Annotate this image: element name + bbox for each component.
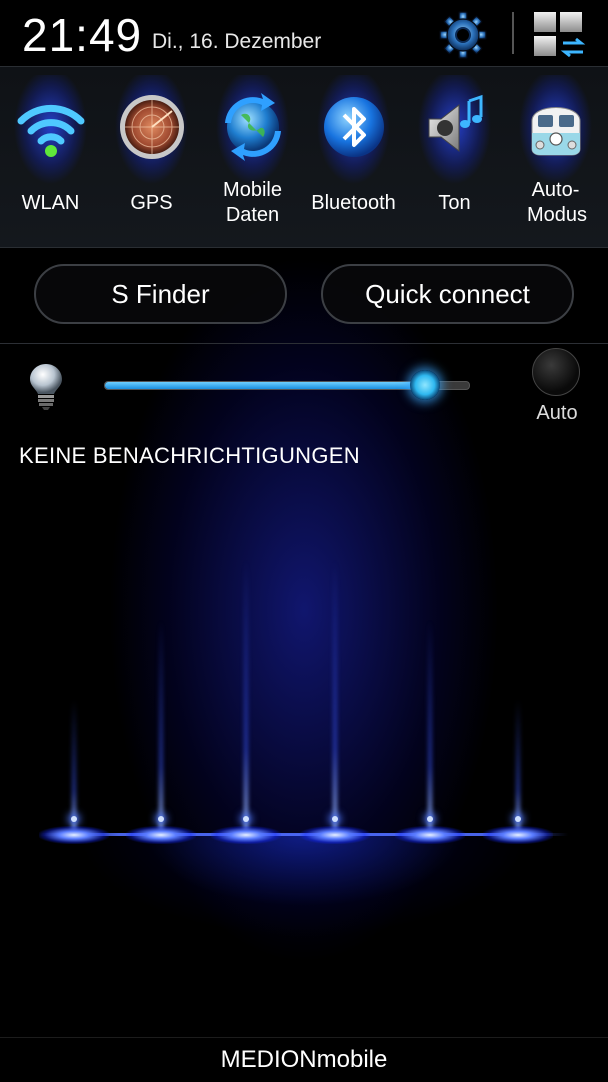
speaker-icon bbox=[421, 93, 489, 161]
status-bar: 21:49 Di., 16. Dezember bbox=[0, 0, 608, 66]
light-spot bbox=[126, 826, 196, 844]
light-dot bbox=[427, 816, 433, 822]
date-label: Di., 16. Dezember bbox=[152, 30, 322, 53]
toggle-label: GPS bbox=[130, 192, 173, 214]
toggle-label: Auto-Modus bbox=[527, 179, 588, 226]
light-spot bbox=[395, 826, 465, 844]
toggle-bluetooth[interactable]: Bluetooth bbox=[303, 67, 404, 247]
light-ray bbox=[72, 700, 76, 830]
light-ray bbox=[516, 700, 520, 830]
light-dot bbox=[243, 816, 249, 822]
light-ray bbox=[333, 560, 337, 830]
empty-notifications-label: KEINE BENACHRICHTIGUNGEN bbox=[19, 443, 360, 468]
toggle-sound[interactable]: Ton bbox=[404, 67, 505, 247]
grid-switch-icon[interactable] bbox=[532, 10, 588, 60]
toggle-car-mode[interactable]: Auto-Modus bbox=[505, 67, 606, 247]
light-dot bbox=[71, 816, 77, 822]
lightbulb-icon bbox=[28, 362, 64, 412]
quick-settings-panel: WLAN GPS Mobile Daten Bluetooth Ton Auto… bbox=[0, 66, 608, 248]
light-dot bbox=[332, 816, 338, 822]
light-spot bbox=[39, 826, 109, 844]
light-ray bbox=[159, 620, 163, 830]
auto-brightness-label: Auto bbox=[536, 402, 578, 424]
light-ray bbox=[428, 620, 432, 830]
auto-brightness-toggle[interactable] bbox=[532, 348, 580, 396]
quick-connect-button[interactable]: Quick connect bbox=[321, 264, 574, 324]
wifi-icon bbox=[17, 93, 85, 161]
vw-bus-icon bbox=[522, 93, 590, 161]
toggle-gps[interactable]: GPS bbox=[101, 67, 202, 247]
toggle-mobile-data[interactable]: Mobile Daten bbox=[202, 67, 303, 247]
clock: 21:49 bbox=[22, 9, 143, 61]
radar-icon bbox=[118, 93, 186, 161]
light-ray bbox=[244, 560, 248, 830]
brightness-fill bbox=[105, 382, 426, 389]
s-finder-button[interactable]: S Finder bbox=[34, 264, 287, 324]
globe-arrows-icon bbox=[219, 93, 287, 161]
toggle-label: Mobile Daten bbox=[223, 179, 282, 226]
brightness-slider[interactable] bbox=[104, 370, 470, 400]
toggle-label: Ton bbox=[438, 192, 471, 214]
light-spot bbox=[483, 826, 553, 844]
floor-reflection bbox=[40, 834, 568, 1034]
light-spot bbox=[300, 826, 370, 844]
toggle-wlan[interactable]: WLAN bbox=[0, 67, 101, 247]
divider bbox=[0, 343, 608, 344]
gear-icon[interactable] bbox=[436, 10, 490, 60]
status-divider bbox=[512, 12, 514, 54]
toggle-label: WLAN bbox=[21, 192, 80, 214]
bluetooth-icon bbox=[320, 93, 388, 161]
carrier-label: MEDIONmobile bbox=[0, 1037, 608, 1081]
light-dot bbox=[515, 816, 521, 822]
light-spot bbox=[211, 826, 281, 844]
light-dot bbox=[158, 816, 164, 822]
toggle-label: Bluetooth bbox=[311, 192, 396, 214]
